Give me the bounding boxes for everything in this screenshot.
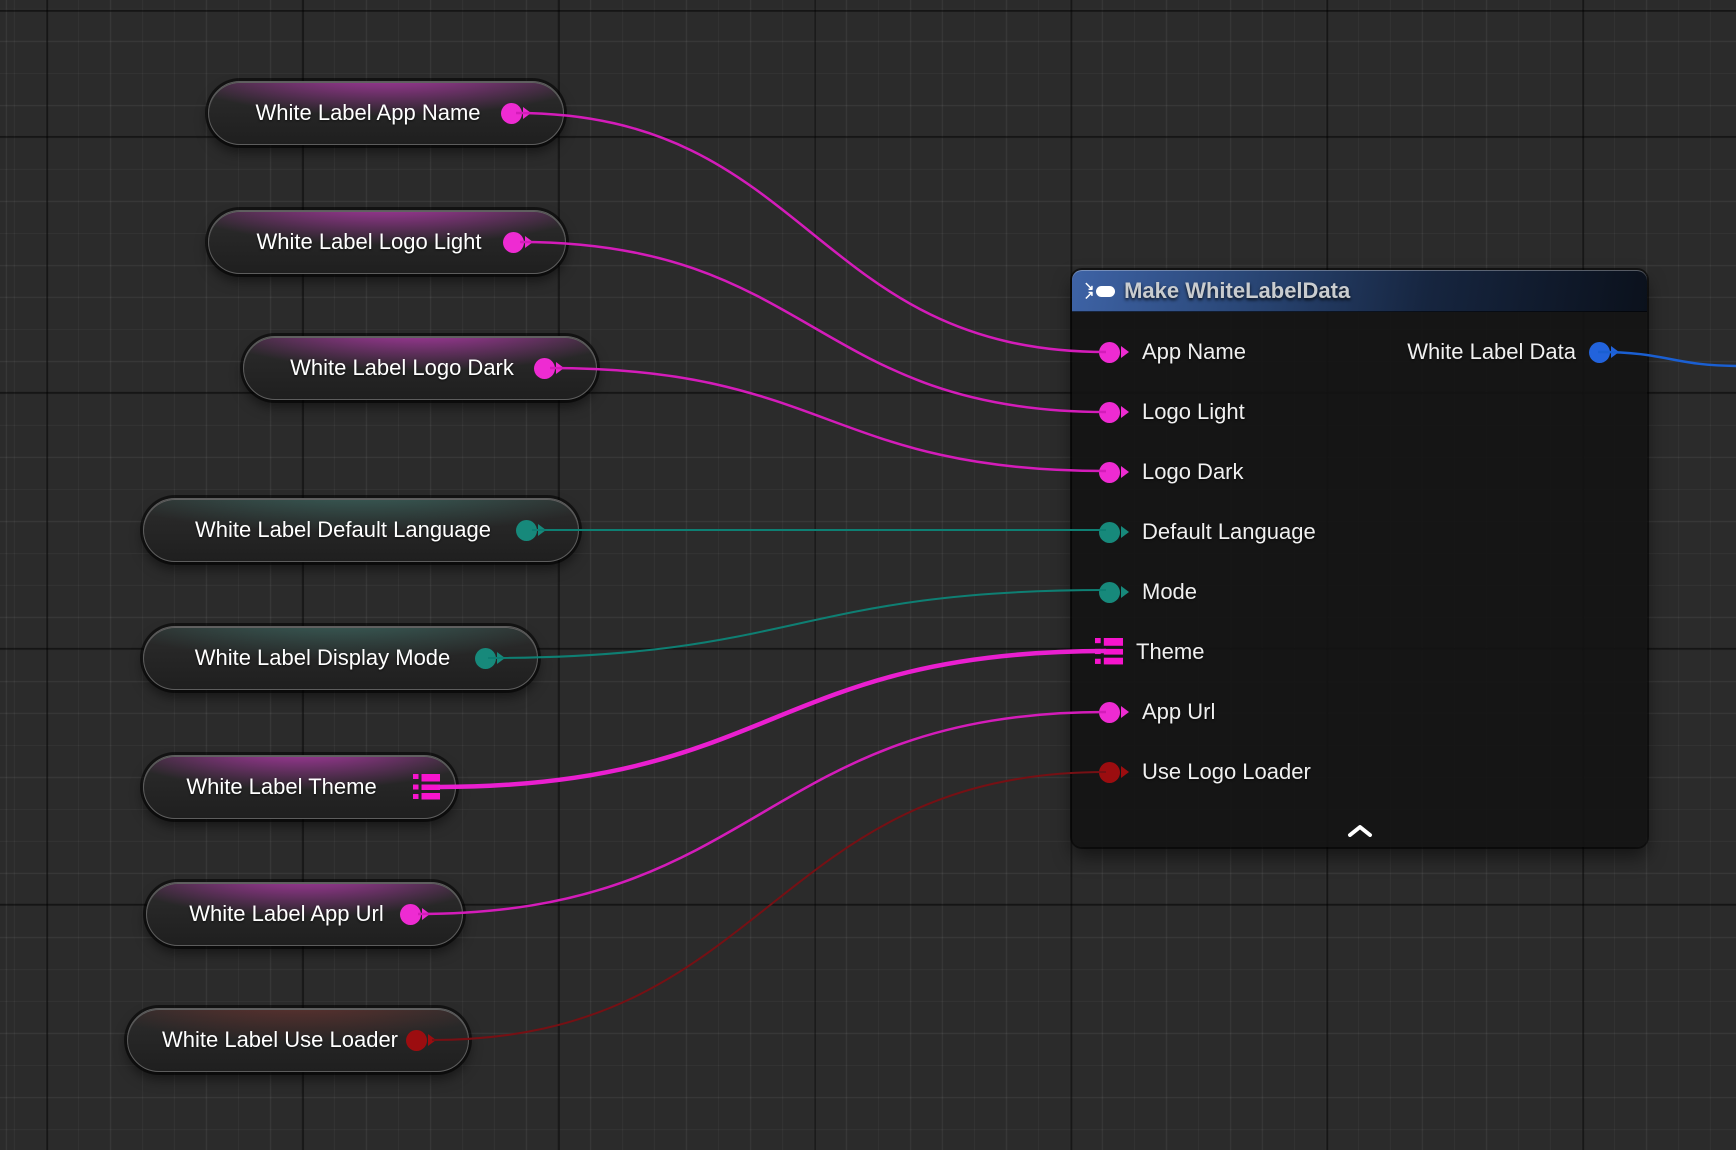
getter-node-white-label-logo-dark[interactable]: White Label Logo Dark xyxy=(243,336,597,400)
getter-node-white-label-theme[interactable]: White Label Theme xyxy=(143,755,456,819)
input-pin-app-name[interactable] xyxy=(1099,342,1120,363)
input-pin-default-language[interactable] xyxy=(1099,522,1120,543)
getter-node-white-label-logo-light[interactable]: White Label Logo Light xyxy=(208,210,566,274)
struct-grid-pin-icon[interactable] xyxy=(413,774,440,801)
input-row-use-logo-loader: Use Logo Loader xyxy=(1072,742,1647,802)
capsule-icon xyxy=(1096,286,1115,297)
pin-caret-icon xyxy=(1121,586,1129,598)
input-pin-label: Theme xyxy=(1136,639,1204,665)
make-node-pin-rows: App Name Logo Light Logo Dark Default Langu… xyxy=(1072,322,1647,802)
output-pin-label: White Label Data xyxy=(1407,339,1576,365)
getter-node-white-label-default-language[interactable]: White Label Default Language xyxy=(143,498,579,562)
make-whitelabeldata-node[interactable]: ↘ ↗ Make WhiteLabelData App Name Logo Ligh… xyxy=(1072,270,1647,847)
arrow-up-right-icon: ↗ xyxy=(1084,291,1094,300)
pin-caret-icon xyxy=(1121,766,1129,778)
input-pin-label: Mode xyxy=(1142,579,1197,605)
output-pin-white-label-app-url[interactable] xyxy=(400,904,421,925)
getter-node-label: White Label Logo Light xyxy=(256,229,481,255)
output-pin-white-label-default-language[interactable] xyxy=(516,520,537,541)
input-row-logo-light: Logo Light xyxy=(1072,382,1647,442)
pin-caret-icon xyxy=(523,107,531,119)
pin-caret-icon xyxy=(556,362,564,374)
input-pin-label: App Name xyxy=(1142,339,1246,365)
input-pin-label: Logo Dark xyxy=(1142,459,1244,485)
input-pin-use-logo-loader[interactable] xyxy=(1099,762,1120,783)
getter-node-label: White Label Default Language xyxy=(195,517,491,543)
input-row-theme: Theme xyxy=(1072,622,1647,682)
getter-node-white-label-use-loader[interactable]: White Label Use Loader xyxy=(127,1008,469,1072)
pin-caret-icon xyxy=(538,524,546,536)
input-row-mode: Mode xyxy=(1072,562,1647,622)
struct-grid-pin-icon[interactable] xyxy=(1095,638,1123,666)
input-row-app-url: App Url xyxy=(1072,682,1647,742)
output-pin-white-label-display-mode[interactable] xyxy=(475,648,496,669)
pin-caret-icon xyxy=(1121,526,1129,538)
getter-node-white-label-app-url[interactable]: White Label App Url xyxy=(146,882,463,946)
getter-node-label: White Label Display Mode xyxy=(195,645,451,671)
getter-node-label: White Label App Url xyxy=(189,901,383,927)
collapse-node-button[interactable] xyxy=(1340,819,1380,841)
output-pin-white-label-logo-light[interactable] xyxy=(503,232,524,253)
getter-node-white-label-app-name[interactable]: White Label App Name xyxy=(208,81,564,145)
output-pin-white-label-app-name[interactable] xyxy=(501,103,522,124)
pin-caret-icon xyxy=(1121,346,1129,358)
input-pin-mode[interactable] xyxy=(1099,582,1120,603)
input-pin-label: Default Language xyxy=(1142,519,1316,545)
pin-caret-icon xyxy=(422,908,430,920)
output-pin-white-label-use-loader[interactable] xyxy=(406,1030,427,1051)
pin-caret-icon xyxy=(428,1034,436,1046)
getter-node-label: White Label Logo Dark xyxy=(290,355,514,381)
output-pin-white-label-data[interactable] xyxy=(1589,342,1610,363)
make-struct-icon: ↘ ↗ xyxy=(1084,282,1115,300)
getter-node-white-label-display-mode[interactable]: White Label Display Mode xyxy=(143,626,538,690)
input-pin-label: App Url xyxy=(1142,699,1215,725)
getter-node-label: White Label Use Loader xyxy=(162,1027,398,1053)
node-layer: White Label App Name White Label Logo Lig… xyxy=(0,0,1736,1150)
pin-caret-icon xyxy=(497,652,505,664)
input-pin-label: Logo Light xyxy=(1142,399,1245,425)
make-node-header[interactable]: ↘ ↗ Make WhiteLabelData xyxy=(1072,270,1647,312)
pin-caret-icon xyxy=(525,236,533,248)
output-row-white-label-data: White Label Data xyxy=(1407,322,1619,382)
input-pin-label: Use Logo Loader xyxy=(1142,759,1311,785)
output-pin-white-label-logo-dark[interactable] xyxy=(534,358,555,379)
input-row-default-language: Default Language xyxy=(1072,502,1647,562)
input-row-logo-dark: Logo Dark xyxy=(1072,442,1647,502)
make-node-title: Make WhiteLabelData xyxy=(1124,278,1350,304)
input-pin-app-url[interactable] xyxy=(1099,702,1120,723)
getter-node-label: White Label Theme xyxy=(186,774,376,800)
pin-caret-icon xyxy=(1121,406,1129,418)
pin-caret-icon xyxy=(1121,466,1129,478)
getter-node-label: White Label App Name xyxy=(255,100,480,126)
chevron-up-icon xyxy=(1347,824,1373,837)
pin-caret-icon xyxy=(1611,346,1619,358)
blueprint-canvas[interactable]: White Label App Name White Label Logo Lig… xyxy=(0,0,1736,1150)
pin-caret-icon xyxy=(1121,706,1129,718)
input-pin-logo-light[interactable] xyxy=(1099,402,1120,423)
input-pin-logo-dark[interactable] xyxy=(1099,462,1120,483)
